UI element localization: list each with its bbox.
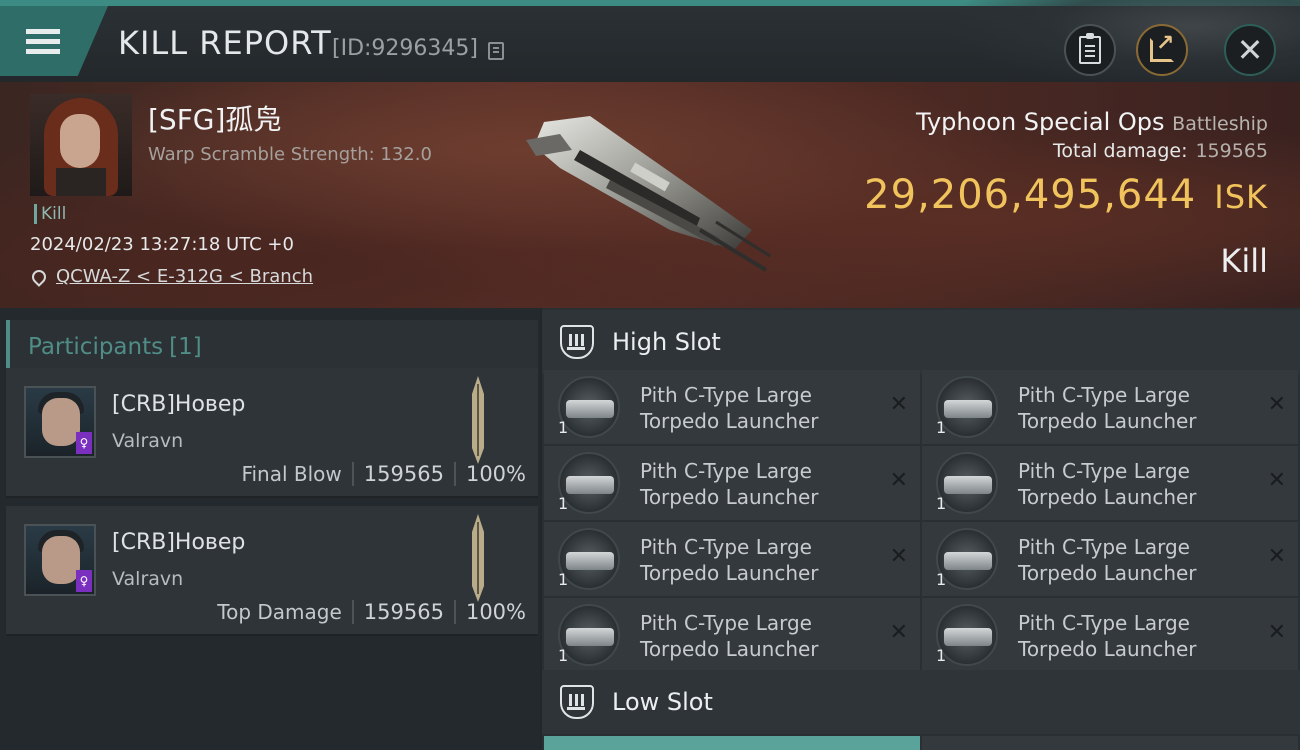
destroyed-icon: ✕: [1267, 468, 1286, 493]
ship-name[interactable]: Typhoon Special Ops: [916, 108, 1165, 136]
top-bar: KILL REPORT [ID:9296345] ✕: [0, 0, 1300, 88]
participant-name[interactable]: [CRB]Новер: [112, 392, 245, 417]
participants-panel: Participants [1] ♀ [CRB]Новер Valravn Fi…: [0, 308, 540, 750]
shield-icon: [560, 685, 594, 719]
module-quantity: 1: [936, 570, 947, 589]
module-name: Pith C-Type Large Torpedo Launcher: [1018, 383, 1197, 433]
map-pin-icon: [29, 266, 49, 287]
module-name: Pith C-Type Large Torpedo Launcher: [640, 383, 819, 433]
destroyed-icon: ✕: [889, 620, 908, 645]
participants-title: Participants: [28, 334, 164, 360]
participants-count: [1]: [169, 334, 202, 360]
report-id: [ID:9296345]: [332, 36, 478, 61]
isk-value: 29,206,495,644 ISK: [864, 172, 1268, 218]
fitting-slots-panel: High Slot 1 Pith C-Type Large Torpedo La…: [542, 308, 1300, 750]
participant-damage: 159565: [363, 462, 444, 486]
participant-avatar[interactable]: ♀: [24, 386, 96, 458]
module-name: Pith C-Type Large Torpedo Launcher: [640, 611, 819, 661]
clipboard-button[interactable]: [1064, 24, 1116, 76]
module-item[interactable]: 1 Pith C-Type Large Torpedo Launcher ✕: [922, 446, 1298, 520]
participant-stats: Top Damage 159565 100%: [217, 600, 526, 624]
kill-datetime: 2024/02/23 13:27:18 UTC +0: [30, 234, 294, 255]
close-icon: ✕: [1236, 31, 1264, 69]
menu-icon: [26, 24, 60, 59]
victim-ship-image[interactable]: [520, 110, 780, 280]
module-item[interactable]: 1 Pith C-Type Large Torpedo Launcher ✕: [544, 522, 920, 596]
module-item[interactable]: 1 Pith C-Type Large Torpedo Launcher ✕: [922, 598, 1298, 672]
kill-banner: [SFG]孤凫 Warp Scramble Strength: 132.0 Ki…: [0, 82, 1300, 308]
module-name: Pith C-Type Large Torpedo Launcher: [1018, 459, 1197, 509]
module-item[interactable]: 1 Pith C-Type Large Torpedo Launcher ✕: [544, 446, 920, 520]
total-damage-value: 159565: [1195, 140, 1268, 162]
copy-icon[interactable]: [488, 42, 504, 60]
participant-name[interactable]: [CRB]Новер: [112, 530, 245, 555]
module-quantity: 1: [558, 570, 569, 589]
module-quantity: 1: [558, 418, 569, 437]
page-title: KILL REPORT: [118, 24, 332, 62]
module-name: Pith C-Type Large Torpedo Launcher: [640, 459, 819, 509]
victim-pilot-name[interactable]: [SFG]孤凫: [148, 98, 281, 138]
victim-ship-title: Typhoon Special Ops Battleship: [916, 108, 1268, 136]
participant-role: Top Damage: [217, 600, 342, 624]
low-slot-header: Low Slot: [542, 670, 1300, 734]
participants-header: Participants [1]: [6, 320, 538, 374]
module-name: Pith C-Type Large Torpedo Launcher: [640, 535, 819, 585]
participant-row[interactable]: ♀ [CRB]Новер Valravn Final Blow 159565 1…: [6, 368, 538, 498]
high-slot-title: High Slot: [612, 328, 721, 356]
module-item[interactable]: 1 Pith C-Type Large Torpedo Launcher ✕: [544, 598, 920, 672]
participant-stats: Final Blow 159565 100%: [241, 462, 526, 486]
participant-ship: Valravn: [112, 568, 184, 590]
participant-ship-icon[interactable]: [464, 374, 492, 466]
close-button[interactable]: ✕: [1224, 24, 1276, 76]
participant-row[interactable]: ♀ [CRB]Новер Valravn Top Damage 159565 1…: [6, 506, 538, 636]
low-slot-title: Low Slot: [612, 688, 713, 716]
shield-icon: [560, 325, 594, 359]
participant-damage: 159565: [363, 600, 444, 624]
total-damage: Total damage: 159565: [1053, 140, 1268, 162]
module-quantity: 1: [936, 494, 947, 513]
total-damage-label: Total damage:: [1053, 140, 1188, 162]
kill-report-window: KILL REPORT [ID:9296345] ✕ [SFG]孤凫 Warp …: [0, 0, 1300, 750]
module-quantity: 1: [558, 494, 569, 513]
share-button[interactable]: [1136, 24, 1188, 76]
high-slot-header: High Slot: [542, 310, 1300, 374]
module-quantity: 1: [558, 646, 569, 665]
destroyed-icon: ✕: [1267, 620, 1286, 645]
participant-ship-icon[interactable]: [464, 512, 492, 604]
clipboard-icon: [1079, 33, 1101, 64]
participant-avatar[interactable]: ♀: [24, 524, 96, 596]
location-text[interactable]: QCWA-Z < E-312G < Branch: [56, 266, 313, 287]
share-icon: [1150, 31, 1174, 62]
participant-percent: 100%: [465, 462, 526, 486]
participant-role: Final Blow: [241, 462, 342, 486]
low-slot-module-peek[interactable]: [544, 736, 920, 750]
destroyed-icon: ✕: [889, 392, 908, 417]
module-item[interactable]: 1 Pith C-Type Large Torpedo Launcher ✕: [922, 370, 1298, 444]
module-item[interactable]: 1 Pith C-Type Large Torpedo Launcher ✕: [922, 522, 1298, 596]
female-icon: ♀: [76, 570, 92, 592]
kill-result: Kill: [1220, 242, 1268, 280]
kill-tag: Kill: [34, 204, 66, 224]
kill-location-link[interactable]: QCWA-Z < E-312G < Branch: [29, 266, 313, 287]
female-icon: ♀: [76, 432, 92, 454]
ship-class: Battleship: [1172, 113, 1268, 135]
module-quantity: 1: [936, 646, 947, 665]
victim-portrait[interactable]: [30, 94, 132, 196]
low-slot-module-peek[interactable]: [922, 736, 1298, 750]
destroyed-icon: ✕: [889, 468, 908, 493]
isk-amount: 29,206,495,644: [864, 172, 1197, 218]
menu-button[interactable]: [0, 6, 108, 76]
module-quantity: 1: [936, 418, 947, 437]
isk-unit: ISK: [1214, 178, 1268, 216]
destroyed-icon: ✕: [889, 544, 908, 569]
destroyed-icon: ✕: [1267, 392, 1286, 417]
participant-ship: Valravn: [112, 430, 184, 452]
module-name: Pith C-Type Large Torpedo Launcher: [1018, 611, 1197, 661]
module-name: Pith C-Type Large Torpedo Launcher: [1018, 535, 1197, 585]
warp-scramble-strength: Warp Scramble Strength: 132.0: [148, 144, 432, 165]
module-item[interactable]: 1 Pith C-Type Large Torpedo Launcher ✕: [544, 370, 920, 444]
participant-percent: 100%: [465, 600, 526, 624]
destroyed-icon: ✕: [1267, 544, 1286, 569]
